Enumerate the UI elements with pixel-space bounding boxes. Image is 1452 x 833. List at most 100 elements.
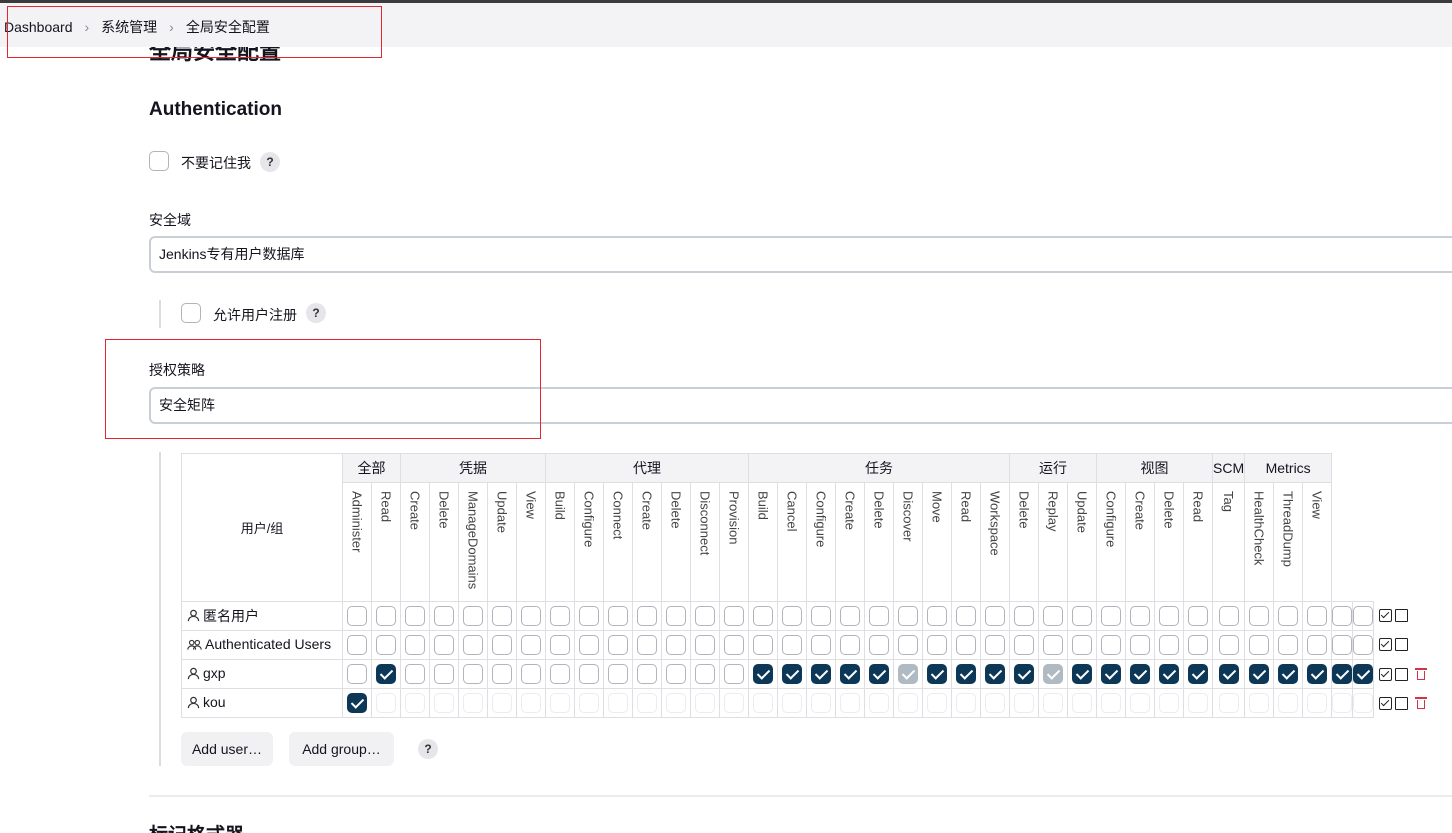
authorization-select[interactable]: 安全矩阵 [149,387,1452,424]
breadcrumb-global-security[interactable]: 全局安全配置 [186,17,270,37]
permission-checkbox[interactable] [666,664,686,684]
unselect-all-icon[interactable] [1395,696,1409,710]
permission-checkbox[interactable] [347,635,367,655]
permission-checkbox[interactable] [1101,635,1121,655]
permission-checkbox[interactable] [1353,606,1374,626]
permission-checkbox[interactable] [376,664,396,684]
select-all-icon[interactable] [1379,667,1393,681]
unselect-all-icon[interactable] [1395,609,1409,622]
permission-checkbox[interactable] [956,664,976,684]
permission-checkbox[interactable] [347,664,367,684]
permission-checkbox[interactable] [927,664,947,684]
breadcrumb-system-management[interactable]: 系统管理 [101,17,157,37]
permission-checkbox[interactable] [1072,635,1092,655]
select-all-icon[interactable] [1379,696,1393,710]
permission-checkbox[interactable] [985,664,1005,684]
permission-checkbox[interactable] [695,635,715,655]
permission-checkbox[interactable] [550,606,570,626]
permission-checkbox[interactable] [1101,606,1121,626]
unselect-all-icon[interactable] [1395,638,1409,651]
permission-checkbox[interactable] [1188,635,1208,655]
permission-checkbox[interactable] [1188,664,1208,684]
permission-checkbox[interactable] [869,635,889,655]
permission-checkbox[interactable] [637,664,657,684]
permission-checkbox[interactable] [637,606,657,626]
permission-checkbox[interactable] [405,635,425,655]
permission-checkbox[interactable] [463,664,483,684]
permission-checkbox[interactable] [1218,635,1239,655]
permission-checkbox[interactable] [579,606,599,626]
permission-checkbox[interactable] [1278,664,1299,684]
permission-checkbox[interactable] [869,664,889,684]
allow-signup-checkbox[interactable] [181,303,201,323]
permission-checkbox[interactable] [492,664,512,684]
permission-checkbox[interactable] [840,664,860,684]
permission-checkbox[interactable] [492,635,512,655]
permission-checkbox[interactable] [1159,635,1179,655]
permission-checkbox[interactable] [1278,606,1299,626]
permission-checkbox[interactable] [753,635,773,655]
permission-checkbox[interactable] [985,635,1005,655]
permission-checkbox[interactable] [376,606,396,626]
permission-checkbox[interactable] [1159,606,1179,626]
unselect-all-icon[interactable] [1395,667,1409,681]
permission-checkbox[interactable] [811,606,831,626]
permission-checkbox[interactable] [1332,664,1353,684]
permission-checkbox[interactable] [840,606,860,626]
permission-checkbox[interactable] [956,635,976,655]
permission-checkbox[interactable] [1249,664,1270,684]
permission-checkbox[interactable] [898,635,918,655]
permission-checkbox[interactable] [782,606,802,626]
permission-checkbox[interactable] [956,606,976,626]
permission-checkbox[interactable] [550,664,570,684]
permission-checkbox[interactable] [1249,606,1270,626]
permission-checkbox[interactable] [608,635,628,655]
permission-checkbox[interactable] [608,664,628,684]
permission-checkbox[interactable] [1130,664,1150,684]
permission-checkbox[interactable] [521,635,541,655]
permission-checkbox[interactable] [405,606,425,626]
permission-checkbox[interactable] [463,606,483,626]
permission-checkbox[interactable] [434,606,454,626]
permission-checkbox[interactable] [347,693,367,713]
permission-checkbox[interactable] [898,606,918,626]
permission-checkbox[interactable] [1159,664,1179,684]
permission-checkbox[interactable] [492,606,512,626]
permission-checkbox[interactable] [782,664,802,684]
permission-checkbox[interactable] [434,664,454,684]
trash-icon[interactable] [1415,696,1428,710]
permission-checkbox[interactable] [840,635,860,655]
permission-checkbox[interactable] [782,635,802,655]
permission-checkbox[interactable] [521,664,541,684]
permission-checkbox[interactable] [1218,606,1239,626]
permission-checkbox[interactable] [927,635,947,655]
permission-checkbox[interactable] [811,664,831,684]
permission-checkbox[interactable] [1353,635,1374,655]
permission-checkbox[interactable] [695,664,715,684]
help-icon[interactable]: ? [306,303,326,323]
remember-me-checkbox[interactable] [149,151,169,171]
permission-checkbox[interactable] [666,635,686,655]
permission-checkbox[interactable] [521,606,541,626]
permission-checkbox[interactable] [869,606,889,626]
permission-checkbox[interactable] [666,606,686,626]
permission-checkbox[interactable] [405,664,425,684]
permission-checkbox[interactable] [1043,635,1063,655]
permission-checkbox[interactable] [1307,606,1328,626]
permission-checkbox[interactable] [724,664,744,684]
permission-checkbox[interactable] [1014,606,1034,626]
permission-checkbox[interactable] [811,635,831,655]
permission-checkbox[interactable] [1278,635,1299,655]
permission-checkbox[interactable] [376,635,396,655]
permission-checkbox[interactable] [753,606,773,626]
permission-checkbox[interactable] [579,664,599,684]
permission-checkbox[interactable] [1218,664,1239,684]
permission-checkbox[interactable] [927,606,947,626]
help-icon[interactable]: ? [418,739,438,759]
permission-checkbox[interactable] [579,635,599,655]
permission-checkbox[interactable] [985,606,1005,626]
permission-checkbox[interactable] [1014,664,1034,684]
permission-checkbox[interactable] [1307,664,1328,684]
permission-checkbox[interactable] [463,635,483,655]
permission-checkbox[interactable] [753,664,773,684]
